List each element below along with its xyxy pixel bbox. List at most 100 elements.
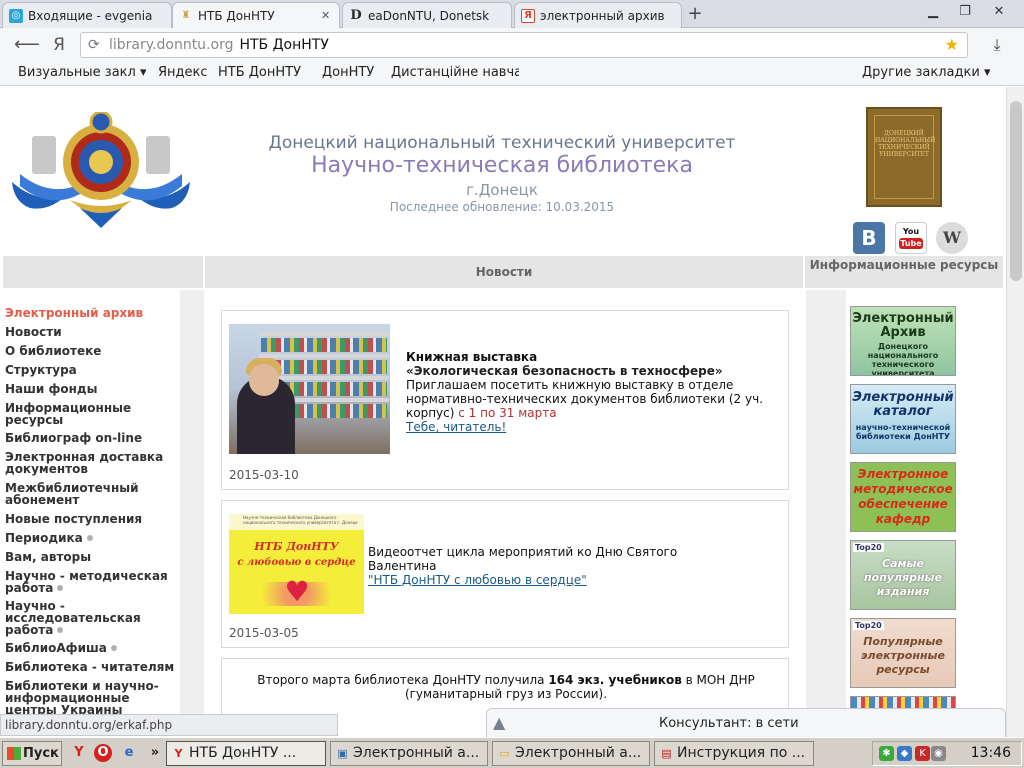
resource-electronic-archive[interactable]: Электронный Архив Донецкого национальног… xyxy=(850,306,956,376)
vk-icon[interactable]: В xyxy=(853,222,885,254)
sidebar-item-structure[interactable]: Структура xyxy=(5,364,177,376)
volume-icon[interactable]: ◉ xyxy=(931,746,946,761)
banner-title: НТБ ДонНТУ xyxy=(254,540,339,553)
yandex-button[interactable]: Я xyxy=(48,34,70,56)
taskbar-item-e-archive-doc[interactable]: ▣ Электронный а... xyxy=(330,741,488,766)
web-page: Донецкий национальный технический универ… xyxy=(0,87,1006,714)
mail-icon: ◎ xyxy=(9,8,23,23)
page-info-icon[interactable]: ⟳ xyxy=(88,33,100,57)
taskbar-item-browser[interactable]: Y НТБ ДонНТУ ... xyxy=(166,741,326,766)
sidebar-item-biblio-afisha[interactable]: БиблиоАфиша xyxy=(5,642,177,654)
sidebar-item-document-delivery[interactable]: Электронная доставка документов xyxy=(5,451,165,475)
consultant-status: Консультант: в сети xyxy=(659,716,799,731)
page-scrollbar[interactable] xyxy=(1006,87,1024,737)
antivirus-icon[interactable]: K xyxy=(915,746,930,761)
start-button[interactable]: Пуск xyxy=(2,741,62,766)
tab-label: электронный архив xyxy=(540,8,665,23)
bookmark-ntb[interactable]: НТБ ДонНТУ xyxy=(218,65,301,80)
expand-chat-icon[interactable]: ▲ xyxy=(493,713,505,732)
wikipedia-icon[interactable]: W xyxy=(936,222,968,254)
news-link[interactable]: Тебе, читатель! xyxy=(406,420,506,434)
resource-electronic-catalog[interactable]: Электронный каталог научно-технической б… xyxy=(850,384,956,454)
bookmark-donntu[interactable]: ДонНТУ xyxy=(322,65,374,80)
sidebar-item-research-work[interactable]: Научно - исследовательская работа xyxy=(5,600,155,636)
news-subtitle: «Экологическая безопасность в техносфере… xyxy=(406,364,723,378)
sidebar-item-bibliographer[interactable]: Библиограф on-line xyxy=(5,432,177,444)
resource-methodical-support[interactable]: Электронное методическое обеспечение каф… xyxy=(850,462,956,532)
address-input[interactable]: ⟳ library.donntu.org НТБ ДонНТУ ★ xyxy=(80,32,968,58)
pdf-icon: ▤ xyxy=(661,747,672,760)
university-emblem-logo[interactable] xyxy=(10,112,192,230)
bookmarks-bar: Визуальные закл ▾ Яндекс НТБ ДонНТУ ДонН… xyxy=(0,62,1024,86)
bookmark-star-icon[interactable]: ★ xyxy=(945,33,959,57)
resources-heading: Информационные ресурсы xyxy=(805,256,1003,288)
news-highlight: 164 экз. учебников xyxy=(548,673,682,687)
sidebar-item-news[interactable]: Новости xyxy=(5,326,177,338)
windows-logo-icon xyxy=(7,747,21,760)
yandex-browser-icon[interactable]: Y xyxy=(70,744,88,762)
book-cover-image[interactable]: ДОНЕЦКИЙ НАЦИОНАЛЬНЫЙ ТЕХНИЧЕСКИЙ УНИВЕР… xyxy=(866,107,942,207)
bookmark-visual[interactable]: Визуальные закл ▾ xyxy=(18,65,146,80)
sidebar-item-interlibrary-loan[interactable]: Межбиблиотечный абонемент xyxy=(5,482,145,506)
quick-launch-more-icon[interactable]: » xyxy=(146,744,164,762)
url-page-title: НТБ ДонНТУ xyxy=(239,37,329,53)
university-title: Донецкий национальный технический универ… xyxy=(268,133,736,153)
sidebar-gutter xyxy=(180,290,204,714)
download-icon[interactable]: ⤓ xyxy=(986,34,1008,56)
news-description: Видеоотчет цикла мероприятий ко Дню Свят… xyxy=(368,545,678,573)
sidebar-item-electronic-archive[interactable]: Электронный архив xyxy=(5,307,177,319)
taskbar-item-instruction-pdf[interactable]: ▤ Инструкция по ... xyxy=(654,741,814,766)
clock: 13:46 xyxy=(970,745,1011,761)
url-host: library.donntu.org xyxy=(109,37,234,53)
tab-inbox[interactable]: ◎ Входящие - evgenia xyxy=(2,2,172,28)
submenu-dot-icon xyxy=(86,535,93,541)
taskbar-item-e-archive-folder[interactable]: ▭ Электронный а... xyxy=(492,741,650,766)
sidebar-item-methodical-work[interactable]: Научно - методическая работа xyxy=(5,570,175,594)
banner-header: Научно-техническая библиотека Донецкого … xyxy=(229,514,364,530)
news-link[interactable]: "НТБ ДонНТУ с любовью в сердце" xyxy=(368,573,587,587)
sidebar-item-authors[interactable]: Вам, авторы xyxy=(5,551,177,563)
network-icon[interactable]: ✱ xyxy=(879,746,894,761)
news-body: Второго марта библиотека ДонНТУ получила… xyxy=(257,673,755,701)
scrollbar-thumb[interactable] xyxy=(1010,101,1022,281)
close-window-button[interactable]: ✕ xyxy=(986,3,1012,21)
banner-subtitle: с любовью в сердце xyxy=(237,557,356,568)
document-icon: ▣ xyxy=(337,747,348,760)
security-icon[interactable]: ◆ xyxy=(897,746,912,761)
exhibition-photo[interactable] xyxy=(229,324,390,454)
bookmark-other[interactable]: Другие закладки ▾ xyxy=(862,65,990,80)
sidebar-item-for-readers[interactable]: Библиотека - читателям xyxy=(5,661,177,673)
maximize-button[interactable]: ❐ xyxy=(952,3,978,21)
opera-icon[interactable]: O xyxy=(94,744,112,762)
close-tab-icon[interactable]: ✕ xyxy=(321,9,333,22)
submenu-dot-icon xyxy=(57,585,64,591)
resource-top20-publications[interactable]: Top20 Самые популярные издания xyxy=(850,540,956,610)
tab-ntb-donntu[interactable]: ♜ НТБ ДонНТУ ✕ xyxy=(172,2,340,28)
back-button[interactable]: ⟵ xyxy=(14,34,40,56)
consultant-chat-widget[interactable]: ▲ Консультант: в сети xyxy=(486,708,1006,738)
youtube-icon[interactable]: You Tube xyxy=(895,222,927,254)
new-tab-button[interactable]: + xyxy=(684,4,706,24)
city-label: г.Донецк xyxy=(466,181,538,199)
news-item-textbooks: Второго марта библиотека ДонНТУ получила… xyxy=(221,658,789,714)
sidebar-item-info-resources[interactable]: Информационные ресурсы xyxy=(5,402,135,426)
resource-top20-e-resources[interactable]: Top20 Популярные электронные ресурсы xyxy=(850,618,956,688)
internet-explorer-icon[interactable]: e xyxy=(120,744,138,762)
submenu-dot-icon xyxy=(110,645,117,651)
tab-eadonntu[interactable]: D eaDonNTU, Donetsk xyxy=(342,2,512,28)
sidebar-item-periodicals[interactable]: Периодика xyxy=(5,532,177,544)
sidebar-item-new-arrivals[interactable]: Новые поступления xyxy=(5,513,177,525)
bookmark-yandex[interactable]: Яндекс xyxy=(158,65,208,80)
news-body: Видеоотчет цикла мероприятий ко Дню Свят… xyxy=(368,545,718,587)
address-bar-row: ⟵ Я ⟳ library.donntu.org НТБ ДонНТУ ★ ⤓ xyxy=(0,28,1024,62)
news-date: 2015-03-05 xyxy=(229,626,299,640)
dspace-icon: D xyxy=(350,8,362,23)
news-date: 2015-03-10 xyxy=(229,468,299,482)
valentine-banner-image[interactable]: Научно-техническая библиотека Донецкого … xyxy=(229,514,364,614)
tab-e-archive-search[interactable]: Я электронный архив xyxy=(514,2,682,28)
minimize-button[interactable]: ▁ xyxy=(920,3,946,21)
sidebar-item-collections[interactable]: Наши фонды xyxy=(5,383,177,395)
sidebar-item-ukraine-libraries[interactable]: Библиотеки и научно-информационные центр… xyxy=(5,680,183,714)
bookmark-distance[interactable]: Дистанційне навча xyxy=(391,65,519,80)
sidebar-item-about[interactable]: О библиотеке xyxy=(5,345,177,357)
